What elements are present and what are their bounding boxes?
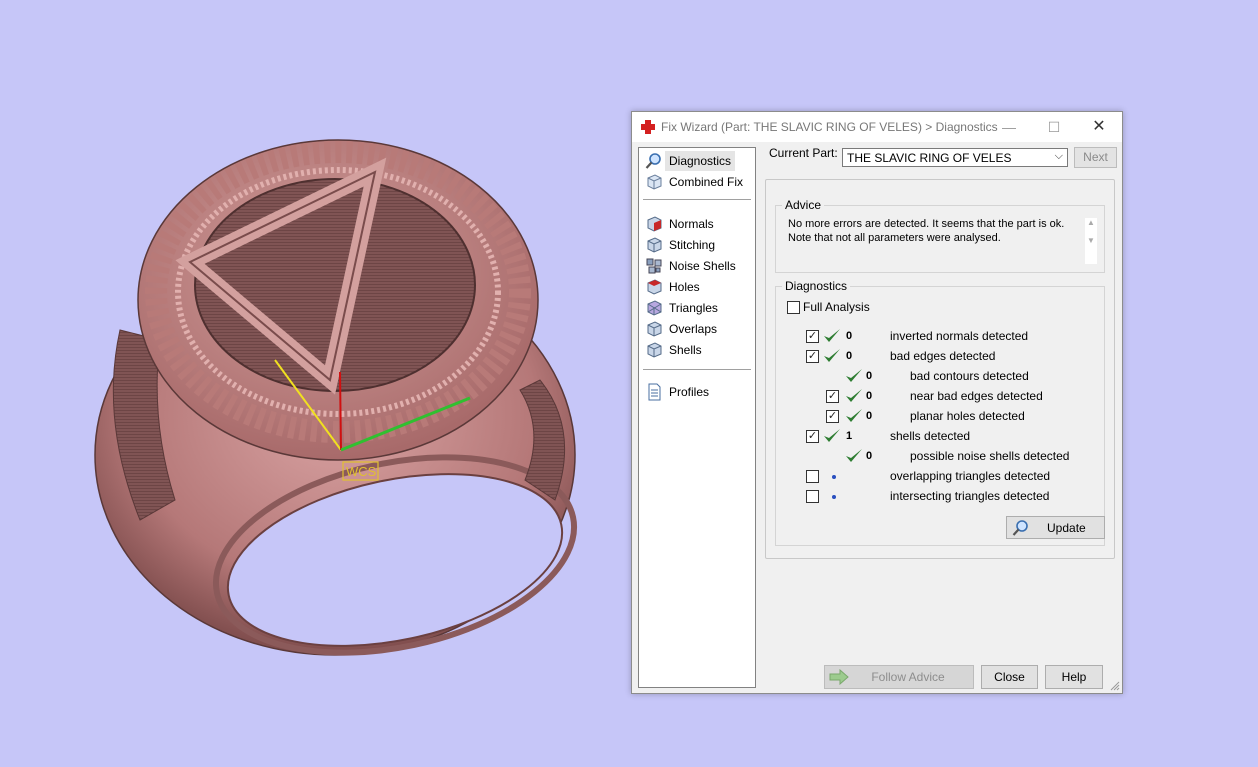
sidebar-divider <box>643 369 751 370</box>
cube-outline-icon <box>647 174 662 190</box>
check-icon <box>824 349 840 362</box>
sidebar: Diagnostics Combined Fix Normals Stitchi… <box>638 147 756 688</box>
sidebar-divider <box>643 199 751 200</box>
dot-icon <box>832 475 836 479</box>
normals-cube-icon <box>647 216 662 232</box>
bad-edges-text: bad edges detected <box>890 349 996 363</box>
sidebar-item-label: Noise Shells <box>669 259 736 273</box>
sidebar-item-label: Diagnostics <box>665 151 736 171</box>
overlapping-triangles-text: overlapping triangles detected <box>890 469 1051 483</box>
close-window-button[interactable]: ✕ <box>1076 112 1122 142</box>
advice-scrollbar[interactable]: ▲ ▼ <box>1085 218 1097 264</box>
close-button[interactable]: Close <box>981 665 1038 689</box>
fix-wizard-window: Fix Wizard (Part: THE SLAVIC RING OF VEL… <box>631 111 1123 694</box>
triangles-cube-icon <box>647 300 662 316</box>
sidebar-item-noise-shells[interactable]: Noise Shells <box>643 256 751 276</box>
check-icon <box>846 369 862 382</box>
help-button[interactable]: Help <box>1045 665 1103 689</box>
intersecting-triangles-text: intersecting triangles detected <box>890 489 1050 503</box>
follow-advice-label: Follow Advice <box>871 670 945 684</box>
update-label: Update <box>1047 521 1086 535</box>
full-analysis-checkbox[interactable] <box>787 301 800 314</box>
full-analysis-label: Full Analysis <box>803 300 870 314</box>
minimize-button[interactable]: — <box>986 112 1032 142</box>
check-icon <box>846 449 862 462</box>
noise-shells-text: possible noise shells detected <box>910 449 1070 463</box>
shells-cube-icon <box>647 342 662 358</box>
check-icon <box>846 409 862 422</box>
sidebar-item-label: Stitching <box>669 238 716 252</box>
bad-contours-count: 0 <box>866 370 873 382</box>
bad-edges-count: 0 <box>846 350 853 362</box>
noise-shells-icon <box>646 258 662 274</box>
planar-holes-checkbox[interactable]: ✓ <box>826 410 839 423</box>
check-icon <box>824 329 840 342</box>
ring-model[interactable]: WCS <box>0 0 620 767</box>
check-icon <box>824 429 840 442</box>
sidebar-item-diagnostics[interactable]: Diagnostics <box>643 151 751 171</box>
sidebar-item-combined-fix[interactable]: Combined Fix <box>643 172 751 192</box>
follow-advice-button[interactable]: Follow Advice <box>824 665 974 689</box>
sidebar-item-normals[interactable]: Normals <box>643 214 751 234</box>
current-part-label: Current Part: <box>769 146 838 160</box>
near-bad-edges-text: near bad edges detected <box>910 389 1043 403</box>
3d-viewport[interactable]: WCS <box>0 0 620 767</box>
diagnostics-label: Diagnostics <box>782 279 851 293</box>
advice-text-box[interactable]: No more errors are detected. It seems th… <box>779 216 1084 252</box>
intersecting-triangles-checkbox[interactable] <box>806 490 819 503</box>
sidebar-item-label: Normals <box>669 217 714 231</box>
shells-count: 1 <box>846 430 853 442</box>
diagnostics-group: Diagnostics Full Analysis ✓ 0 inverted n… <box>775 279 1105 546</box>
sidebar-item-label: Profiles <box>669 385 710 399</box>
shells-checkbox[interactable]: ✓ <box>806 430 819 443</box>
holes-cube-icon <box>647 279 662 295</box>
maximize-button[interactable]: ☐ <box>1031 112 1077 142</box>
advice-line-2: Note that not all parameters were analys… <box>788 232 1001 244</box>
near-bad-edges-count: 0 <box>866 390 873 402</box>
magnifier-icon <box>645 153 661 169</box>
chevron-down-icon: ⌵ <box>1054 150 1063 162</box>
wcs-label: WCS <box>346 464 377 479</box>
sidebar-item-label: Overlaps <box>669 322 718 336</box>
overlapping-triangles-checkbox[interactable] <box>806 470 819 483</box>
current-part-select[interactable]: THE SLAVIC RING OF VELES ⌵ <box>842 148 1068 167</box>
bad-contours-text: bad contours detected <box>910 369 1029 383</box>
inverted-normals-checkbox[interactable]: ✓ <box>806 330 819 343</box>
bad-edges-checkbox[interactable]: ✓ <box>806 350 819 363</box>
noise-shells-count: 0 <box>866 450 873 462</box>
sidebar-item-profiles[interactable]: Profiles <box>643 382 751 402</box>
overlaps-cube-icon <box>647 321 662 337</box>
title-bar[interactable]: Fix Wizard (Part: THE SLAVIC RING OF VEL… <box>632 112 1122 142</box>
planar-holes-text: planar holes detected <box>910 409 1025 423</box>
document-icon <box>648 383 661 401</box>
advice-label: Advice <box>782 198 825 212</box>
inverted-normals-count: 0 <box>846 330 853 342</box>
planar-holes-count: 0 <box>866 410 873 422</box>
sidebar-item-label: Combined Fix <box>669 175 744 189</box>
magnifier-icon <box>1012 520 1028 536</box>
next-button[interactable]: Next <box>1074 147 1117 168</box>
shells-text: shells detected <box>890 429 971 443</box>
window-title: Fix Wizard (Part: THE SLAVIC RING OF VEL… <box>661 120 998 134</box>
sidebar-item-shells[interactable]: Shells <box>643 340 751 360</box>
current-part-value: THE SLAVIC RING OF VELES <box>847 151 1012 165</box>
sidebar-item-label: Triangles <box>669 301 718 315</box>
advice-group: Advice No more errors are detected. It s… <box>775 198 1105 273</box>
stitching-cube-icon <box>647 237 662 253</box>
near-bad-edges-checkbox[interactable]: ✓ <box>826 390 839 403</box>
dot-icon <box>832 495 836 499</box>
sidebar-item-holes[interactable]: Holes <box>643 277 751 297</box>
sidebar-item-stitching[interactable]: Stitching <box>643 235 751 255</box>
check-icon <box>846 389 862 402</box>
sidebar-item-triangles[interactable]: Triangles <box>643 298 751 318</box>
sidebar-item-label: Shells <box>669 343 702 357</box>
diagnostics-panel: Advice No more errors are detected. It s… <box>765 179 1115 559</box>
resize-grip-icon[interactable] <box>1110 681 1120 691</box>
update-button[interactable]: Update <box>1006 516 1105 539</box>
sidebar-item-overlaps[interactable]: Overlaps <box>643 319 751 339</box>
sidebar-item-label: Holes <box>669 280 700 294</box>
advice-line-1: No more errors are detected. It seems th… <box>788 218 1065 230</box>
inverted-normals-text: inverted normals detected <box>890 329 1029 343</box>
red-cross-icon <box>641 120 655 134</box>
